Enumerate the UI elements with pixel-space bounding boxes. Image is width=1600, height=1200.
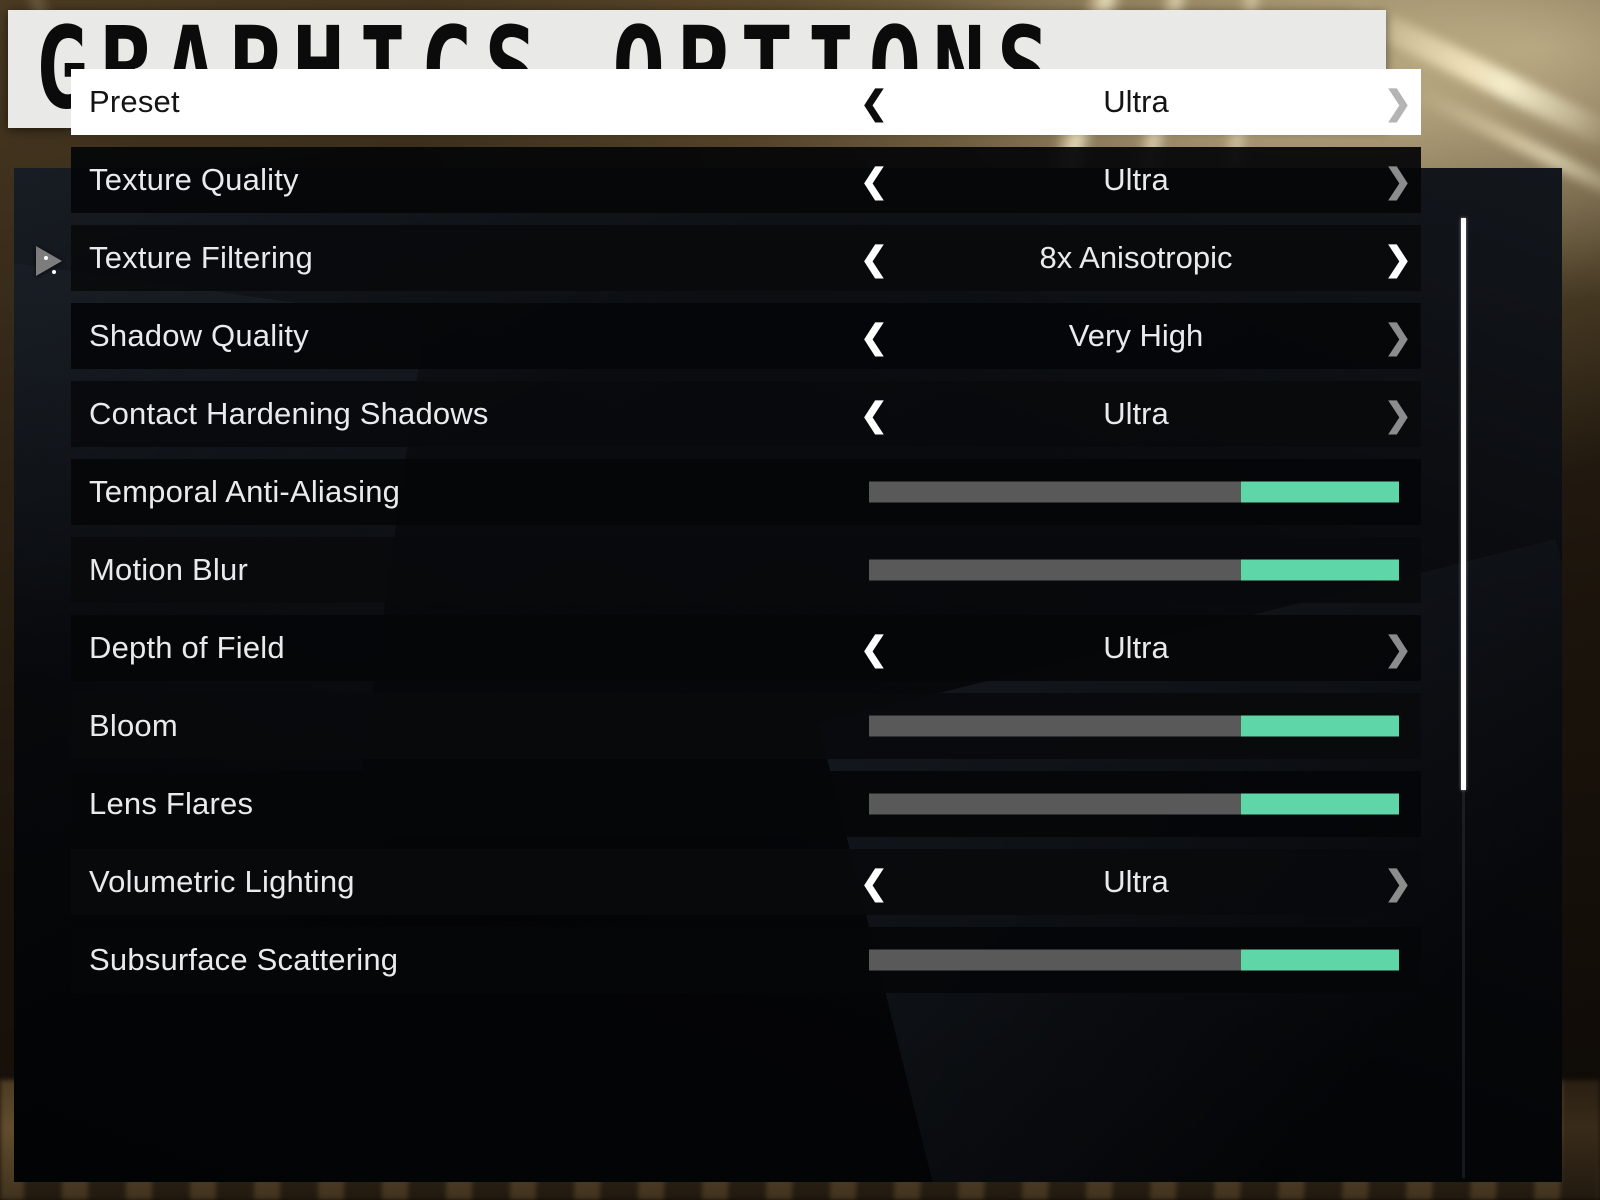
- option-label: Depth of Field: [89, 630, 285, 665]
- toggle-off-segment[interactable]: [869, 793, 1242, 815]
- option-row[interactable]: Volumetric Lighting ❮ Ultra ❯: [71, 849, 1421, 915]
- chevron-left-icon[interactable]: ❮: [851, 398, 897, 431]
- option-label: Temporal Anti-Aliasing: [89, 474, 401, 509]
- chevron-left-icon[interactable]: ❮: [851, 242, 897, 275]
- options-list: Preset ❮ Ultra ❯ Texture Quality ❮ Ultra ❯ Textu…: [71, 69, 1421, 1005]
- option-value: Ultra: [1103, 864, 1169, 899]
- option-toggle[interactable]: [869, 793, 1399, 815]
- option-label: Texture Filtering: [89, 240, 313, 275]
- option-row[interactable]: Subsurface Scattering: [71, 927, 1421, 993]
- chevron-left-icon[interactable]: ❮: [851, 86, 897, 119]
- chevron-left-icon[interactable]: ❮: [851, 632, 897, 665]
- option-control: ❮ Ultra ❯: [851, 849, 1421, 915]
- option-control: [851, 771, 1421, 837]
- pointer-arrow-icon: [36, 246, 62, 276]
- chevron-left-icon[interactable]: ❮: [851, 866, 897, 899]
- option-label: Motion Blur: [89, 552, 248, 587]
- option-label: Subsurface Scattering: [89, 942, 399, 977]
- toggle-off-segment[interactable]: [869, 949, 1242, 971]
- chevron-right-icon[interactable]: ❯: [1375, 320, 1421, 353]
- option-toggle[interactable]: [869, 949, 1399, 971]
- chevron-right-icon[interactable]: ❯: [1375, 632, 1421, 665]
- chevron-left-icon[interactable]: ❮: [851, 320, 897, 353]
- toggle-on-segment[interactable]: [1241, 715, 1399, 737]
- toggle-off-segment[interactable]: [869, 559, 1242, 581]
- option-row[interactable]: Lens Flares: [71, 771, 1421, 837]
- option-label: Volumetric Lighting: [89, 864, 355, 899]
- option-control: [851, 693, 1421, 759]
- scrollbar-thumb[interactable]: [1461, 218, 1466, 790]
- option-control: ❮ Very High ❯: [851, 303, 1421, 369]
- option-control: ❮ Ultra ❯: [851, 381, 1421, 447]
- chevron-right-icon[interactable]: ❯: [1375, 164, 1421, 197]
- option-toggle[interactable]: [869, 481, 1399, 503]
- option-row[interactable]: Texture Filtering ❮ 8x Anisotropic ❯: [71, 225, 1421, 291]
- toggle-off-segment[interactable]: [869, 481, 1242, 503]
- toggle-off-segment[interactable]: [869, 715, 1242, 737]
- chevron-right-icon[interactable]: ❯: [1375, 86, 1421, 119]
- option-value: Ultra: [1103, 84, 1169, 119]
- graphics-options-screen: GRAPHICS OPTIONS Preset❮Ultra❯Texture Qu…: [0, 0, 1600, 1200]
- option-value: Ultra: [1103, 162, 1169, 197]
- option-control: ❮ Ultra ❯: [851, 615, 1421, 681]
- option-toggle[interactable]: [869, 715, 1399, 737]
- option-control: [851, 459, 1421, 525]
- option-row[interactable]: Contact Hardening Shadows ❮ Ultra ❯: [71, 381, 1421, 447]
- option-row[interactable]: Preset ❮ Ultra ❯: [71, 69, 1421, 135]
- option-label: Preset: [89, 84, 180, 119]
- option-label: Shadow Quality: [89, 318, 309, 353]
- option-row[interactable]: Bloom: [71, 693, 1421, 759]
- option-row[interactable]: Texture Quality ❮ Ultra ❯: [71, 147, 1421, 213]
- option-row[interactable]: Shadow Quality ❮ Very High ❯: [71, 303, 1421, 369]
- option-control: ❮ Ultra ❯: [851, 147, 1421, 213]
- option-control: ❮ 8x Anisotropic ❯: [851, 225, 1421, 291]
- pointer-arrow-icon-highlight: [52, 270, 56, 274]
- chevron-right-icon[interactable]: ❯: [1375, 242, 1421, 275]
- option-row[interactable]: Motion Blur: [71, 537, 1421, 603]
- toggle-on-segment[interactable]: [1241, 949, 1399, 971]
- chevron-right-icon[interactable]: ❯: [1375, 398, 1421, 431]
- option-value: Very High: [1068, 318, 1204, 353]
- option-value: 8x Anisotropic: [1039, 240, 1233, 275]
- option-toggle[interactable]: [869, 559, 1399, 581]
- option-value: Ultra: [1103, 630, 1169, 665]
- option-label: Texture Quality: [89, 162, 299, 197]
- option-value: Ultra: [1103, 396, 1169, 431]
- option-control: [851, 927, 1421, 993]
- chevron-left-icon[interactable]: ❮: [851, 164, 897, 197]
- option-control: ❮ Ultra ❯: [851, 69, 1421, 135]
- option-row[interactable]: Depth of Field ❮ Ultra ❯: [71, 615, 1421, 681]
- toggle-on-segment[interactable]: [1241, 481, 1399, 503]
- option-label: Contact Hardening Shadows: [89, 396, 489, 431]
- option-label: Lens Flares: [89, 786, 254, 821]
- toggle-on-segment[interactable]: [1241, 793, 1399, 815]
- option-row[interactable]: Temporal Anti-Aliasing: [71, 459, 1421, 525]
- toggle-on-segment[interactable]: [1241, 559, 1399, 581]
- option-label: Bloom: [89, 708, 178, 743]
- option-control: [851, 537, 1421, 603]
- pointer-arrow-icon-highlight: [44, 256, 48, 260]
- chevron-right-icon[interactable]: ❯: [1375, 866, 1421, 899]
